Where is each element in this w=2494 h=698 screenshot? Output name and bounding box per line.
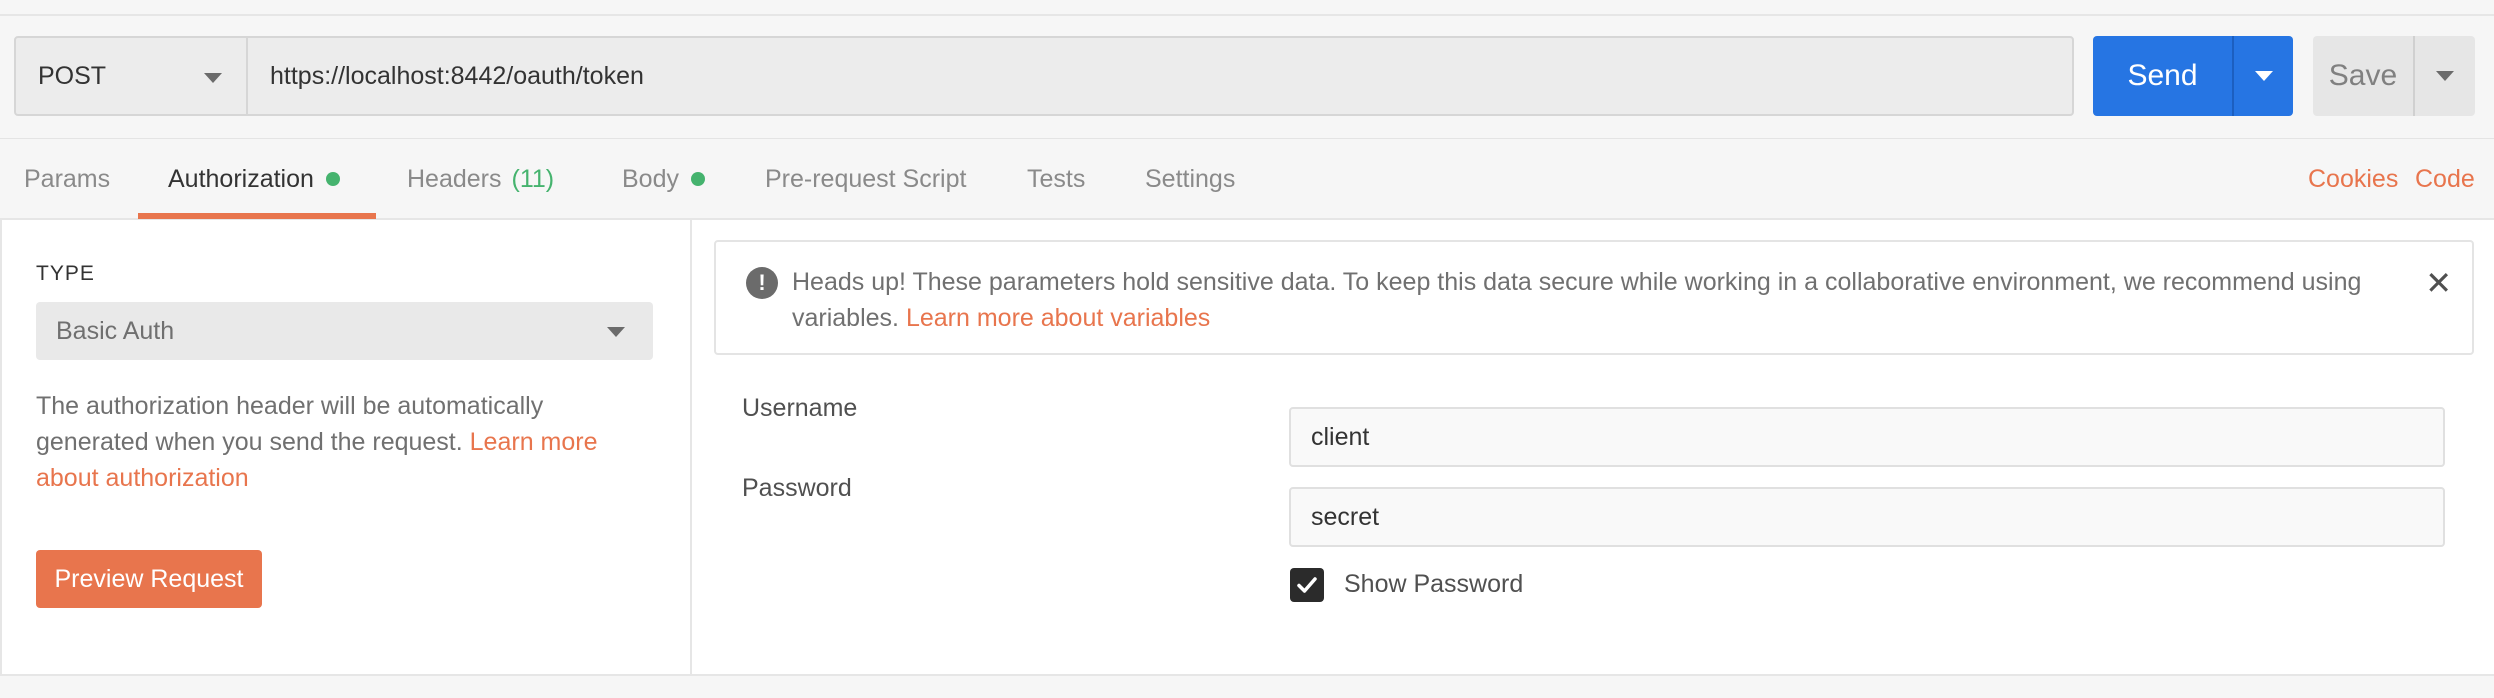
- request-bar: POST https://localhost:8442/oauth/token …: [0, 16, 2494, 138]
- chevron-down-icon: [2436, 71, 2454, 81]
- tab-label: Tests: [1027, 164, 1086, 193]
- method-label: POST: [38, 61, 107, 90]
- auth-description-text: The authorization header will be automat…: [36, 392, 544, 456]
- tab-label: Headers: [407, 164, 502, 193]
- send-dropdown-button[interactable]: [2232, 36, 2293, 116]
- username-value: client: [1311, 422, 1370, 451]
- method-url-group: POST https://localhost:8442/oauth/token: [14, 36, 2074, 116]
- auth-type-panel: TYPE Basic Auth The authorization header…: [0, 220, 692, 674]
- url-text: https://localhost:8442/oauth/token: [270, 61, 644, 90]
- code-label: Code: [2415, 164, 2475, 193]
- chevron-down-icon: [607, 327, 625, 337]
- tab-headers[interactable]: Headers (11): [407, 139, 554, 219]
- tab-label: Settings: [1145, 164, 1236, 193]
- save-button[interactable]: Save: [2313, 36, 2413, 116]
- checkmark-icon: [1297, 577, 1317, 593]
- save-dropdown-button[interactable]: [2413, 36, 2475, 116]
- cookies-label: Cookies: [2308, 164, 2399, 193]
- tab-authorization[interactable]: Authorization: [168, 139, 340, 219]
- send-group: Send: [2093, 36, 2293, 116]
- password-value: secret: [1311, 502, 1380, 531]
- auth-details-panel: ! Heads up! These parameters hold sensit…: [692, 220, 2494, 674]
- auth-type-value: Basic Auth: [56, 316, 175, 345]
- tab-body[interactable]: Body: [622, 139, 705, 219]
- code-link[interactable]: Code: [2415, 139, 2475, 219]
- bottom-strip: [0, 674, 2494, 698]
- chevron-down-icon: [2254, 71, 2273, 81]
- auth-type-select[interactable]: Basic Auth: [36, 302, 653, 360]
- tab-label: Authorization: [168, 164, 314, 193]
- cookies-link[interactable]: Cookies: [2308, 139, 2398, 219]
- username-field[interactable]: client: [1289, 407, 2445, 467]
- alert-message: Heads up! These parameters hold sensitiv…: [792, 264, 2392, 336]
- exclamation-icon: !: [746, 267, 778, 299]
- top-strip: [0, 0, 2494, 16]
- sensitive-data-alert: ! Heads up! These parameters hold sensit…: [714, 240, 2474, 355]
- learn-more-variables-link[interactable]: Learn more about variables: [906, 304, 1210, 332]
- show-password-label: Show Password: [1344, 570, 1524, 598]
- tab-settings[interactable]: Settings: [1145, 139, 1235, 219]
- modified-indicator: [690, 172, 705, 186]
- tab-label: Params: [24, 164, 111, 193]
- password-label: Password: [742, 474, 852, 502]
- auth-description: The authorization header will be automat…: [36, 388, 636, 496]
- method-select[interactable]: POST: [16, 38, 248, 114]
- tab-label: Body: [622, 164, 679, 193]
- tab-label: Pre-request Script: [765, 164, 967, 193]
- preview-request-button[interactable]: Preview Request: [36, 550, 262, 608]
- headers-count: (11): [511, 164, 555, 193]
- chevron-down-icon: [204, 73, 222, 83]
- active-tab-underline: [138, 213, 376, 219]
- tab-prerequest-script[interactable]: Pre-request Script: [765, 139, 966, 219]
- request-tabs: Params Authorization Headers (11) Body P…: [0, 138, 2494, 220]
- show-password-checkbox[interactable]: [1290, 568, 1324, 602]
- modified-indicator: [325, 172, 340, 186]
- tab-params[interactable]: Params: [24, 139, 110, 219]
- save-group: Save: [2313, 36, 2475, 116]
- type-label: TYPE: [36, 262, 95, 285]
- password-field[interactable]: secret: [1289, 487, 2445, 547]
- url-input[interactable]: https://localhost:8442/oauth/token: [248, 38, 2072, 114]
- username-label: Username: [742, 394, 858, 422]
- tab-tests[interactable]: Tests: [1027, 139, 1085, 219]
- send-button[interactable]: Send: [2093, 36, 2232, 116]
- close-icon[interactable]: ✕: [2425, 264, 2452, 302]
